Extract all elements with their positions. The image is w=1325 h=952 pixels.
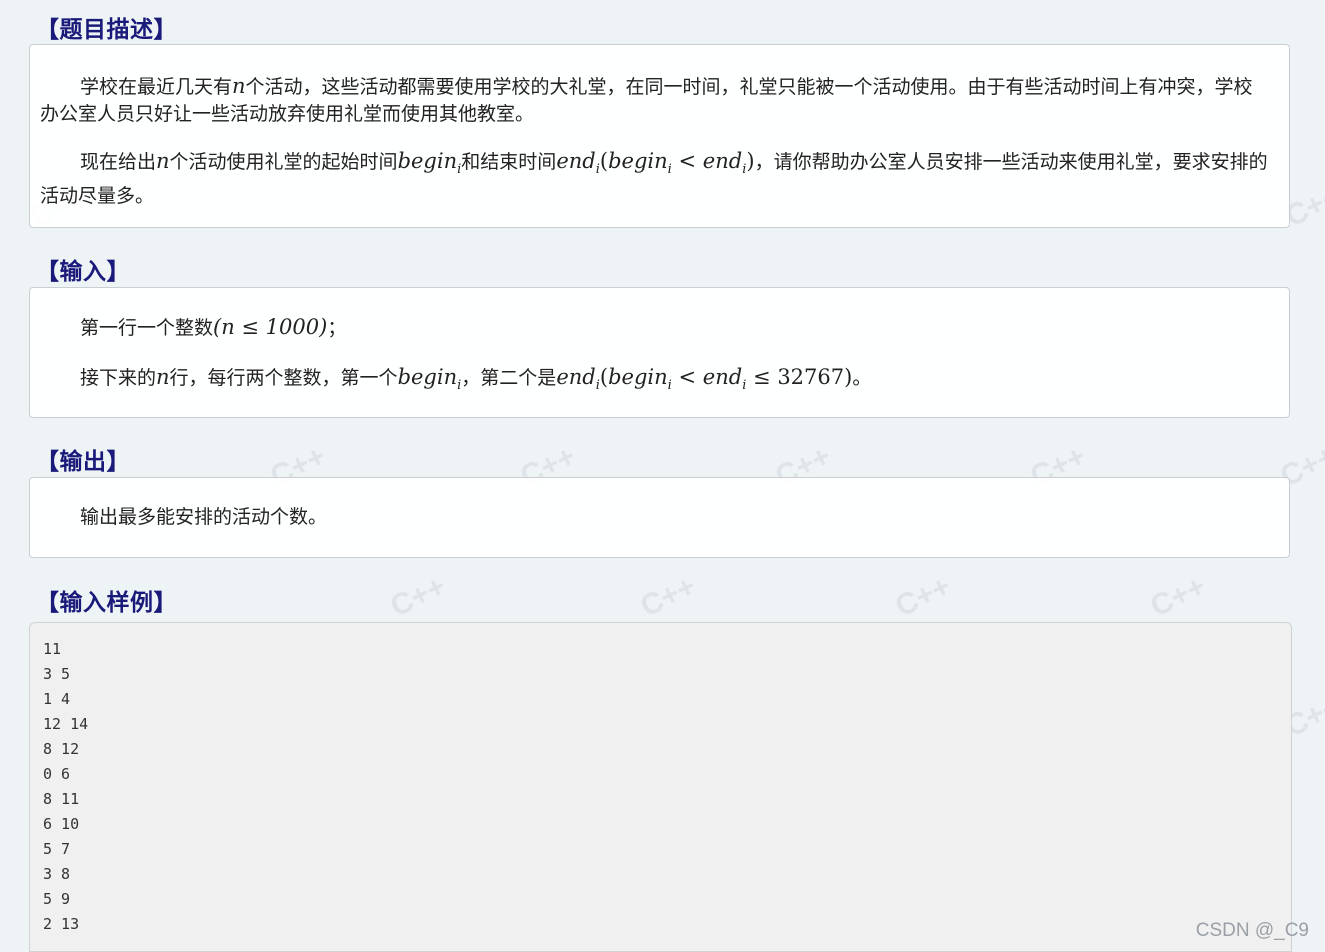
code-line: 8 11: [43, 790, 80, 808]
code-line: 8 12: [43, 740, 80, 758]
code-line: 5 7: [43, 840, 71, 858]
description-card: 学校在最近几天有n个活动，这些活动都需要使用学校的大礼堂，在同一时间，礼堂只能被…: [29, 44, 1290, 228]
code-line: 3 8: [43, 865, 71, 883]
output-text: 输出最多能安排的活动个数。: [80, 506, 328, 528]
csdn-watermark: CSDN @_C9: [1195, 920, 1309, 941]
code-line: 12 14: [43, 715, 89, 733]
section-title-description: 【题目描述】: [36, 17, 177, 43]
code-line: 3 5: [43, 665, 71, 683]
code-line: 11: [43, 640, 62, 658]
section-title-sample-input: 【输入样例】: [36, 590, 177, 616]
description-paragraph-1: 学校在最近几天有n个活动，这些活动都需要使用学校的大礼堂，在同一时间，礼堂只能被…: [40, 74, 1253, 125]
input-line-1: 第一行一个整数(n ≤ 1000)；: [80, 315, 347, 339]
sample-input-code-block[interactable]: 11 3 5 1 4 12 14 8 12 0 6 8 11 6 10 5 7 …: [29, 622, 1292, 952]
description-paragraph-2: 现在给出n个活动使用礼堂的起始时间begini和结束时间endi(begini …: [40, 149, 1268, 208]
section-title-input: 【输入】: [36, 259, 130, 285]
code-line: 2 13: [43, 915, 80, 933]
code-line: 0 6: [43, 765, 71, 783]
input-line-2: 接下来的n行，每行两个整数，第一个begini，第二个是endi(begini …: [80, 365, 872, 394]
input-card: 第一行一个整数(n ≤ 1000)； 接下来的n行，每行两个整数，第一个begi…: [29, 287, 1290, 418]
code-line: 5 9: [43, 890, 71, 908]
code-line: 6 10: [43, 815, 80, 833]
code-line: 1 4: [43, 690, 71, 708]
output-card: 输出最多能安排的活动个数。: [29, 477, 1290, 558]
section-title-output: 【输出】: [36, 449, 130, 475]
